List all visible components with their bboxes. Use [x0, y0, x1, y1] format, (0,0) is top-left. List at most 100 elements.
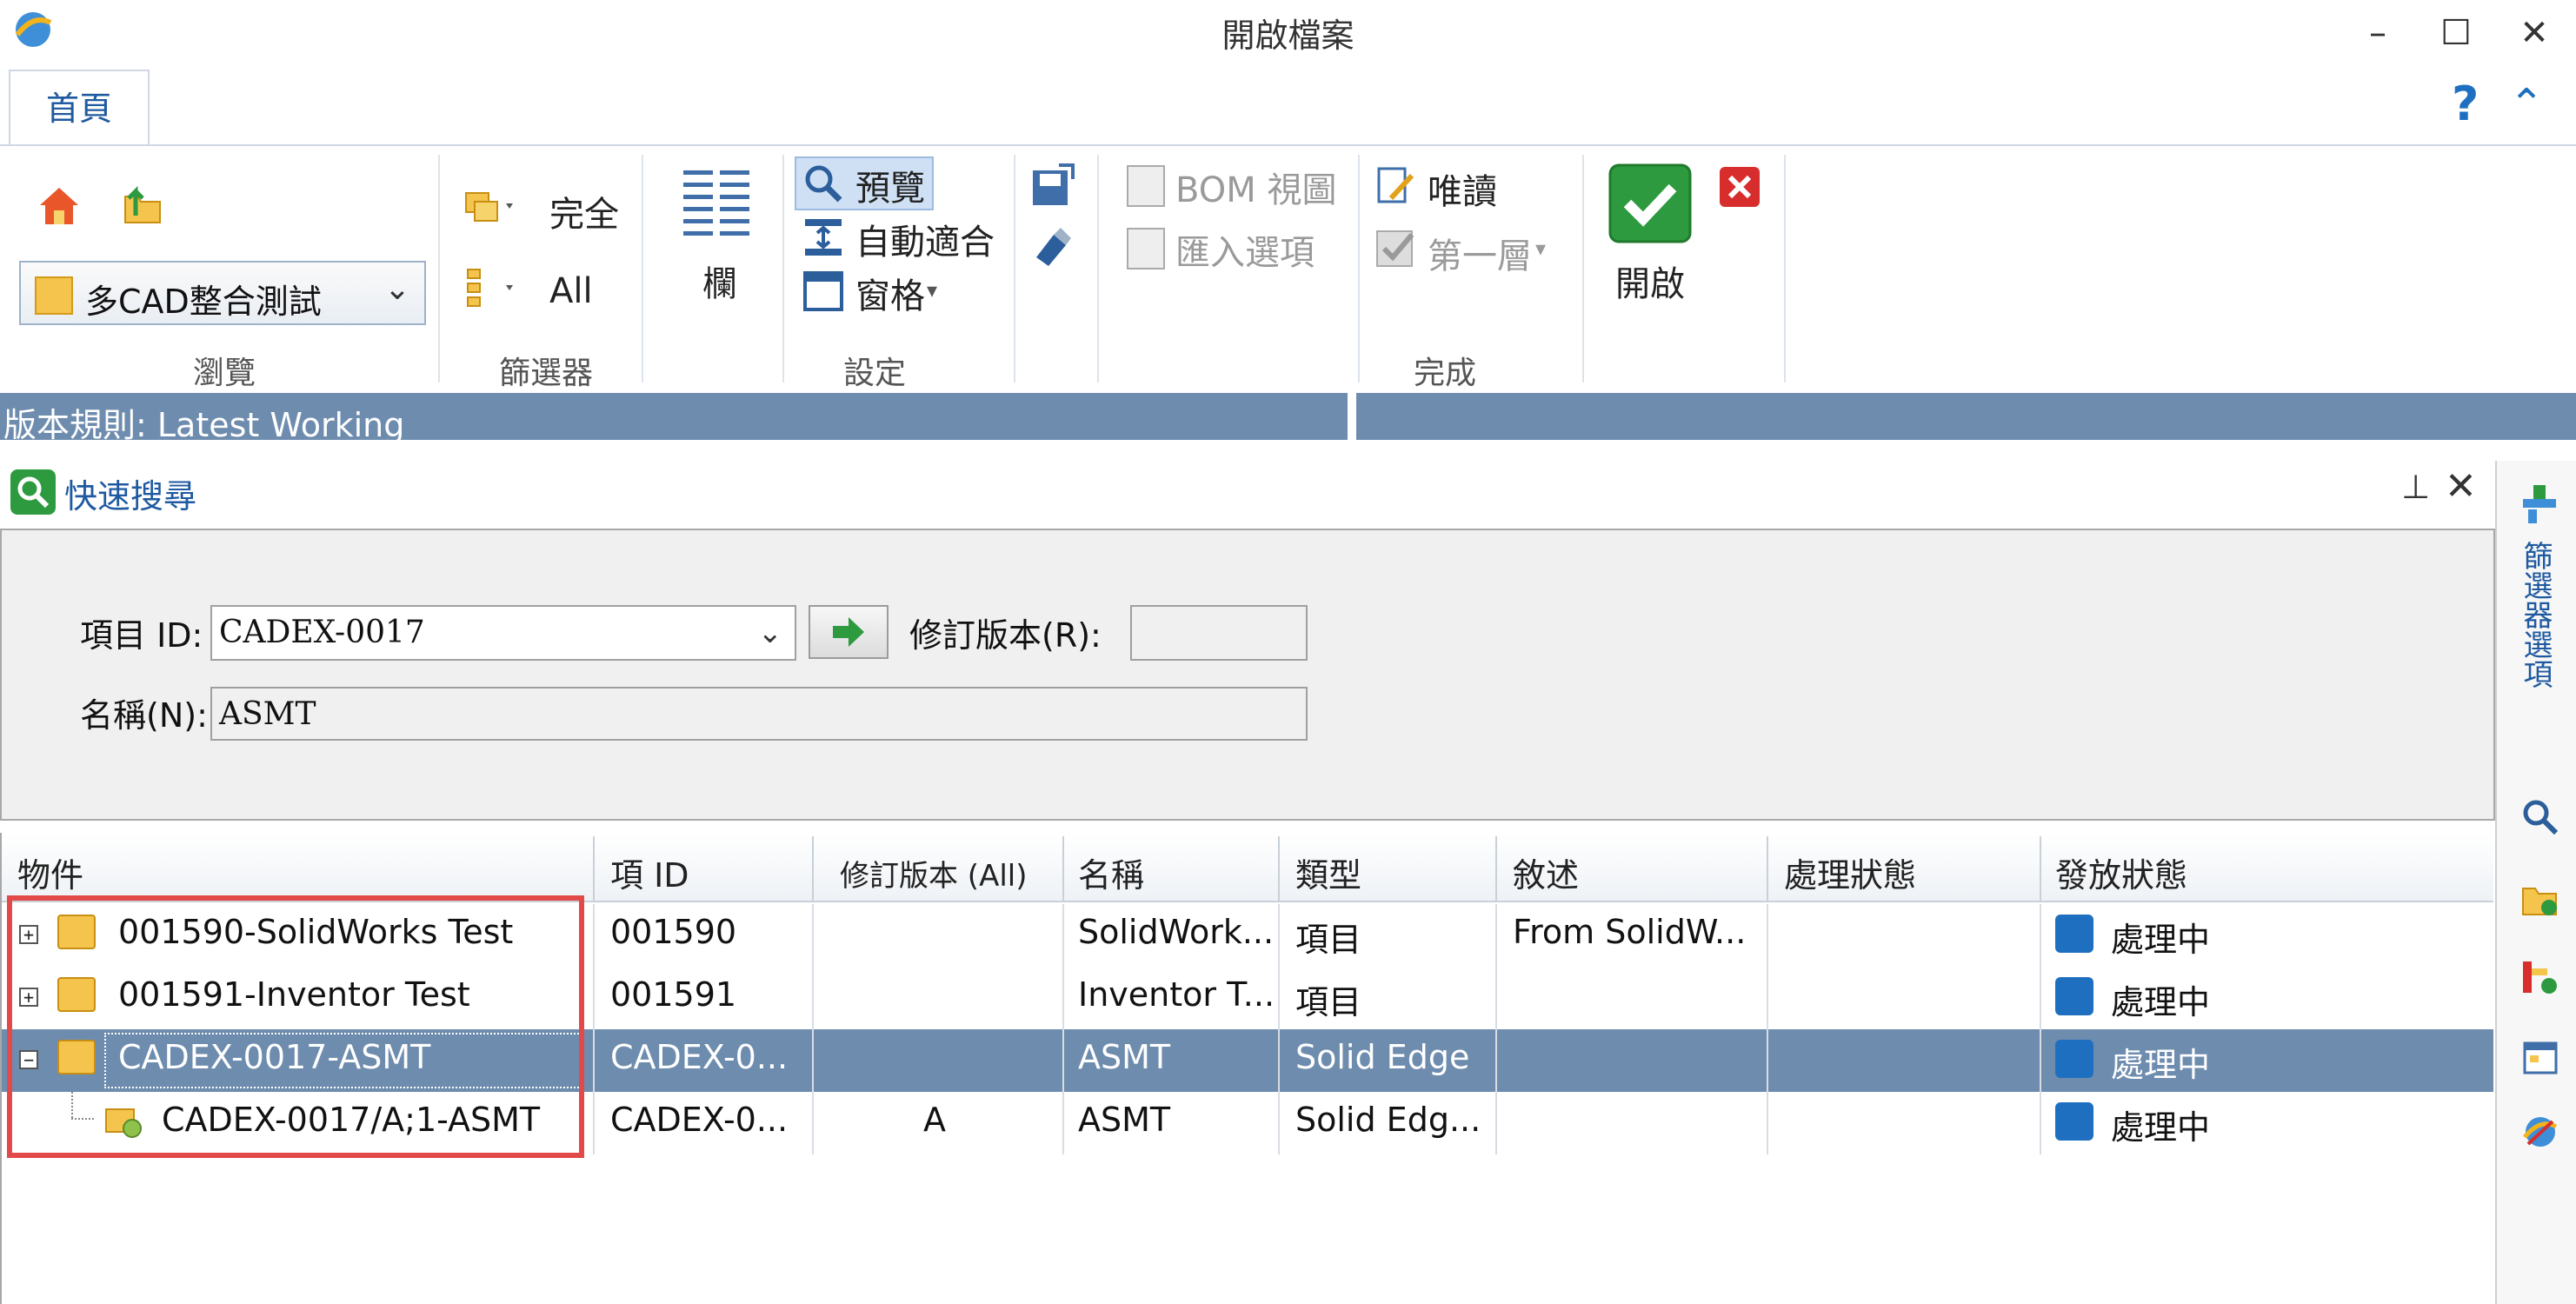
group-label-browse: 瀏覽 — [193, 356, 256, 391]
save-icon[interactable] — [1028, 162, 1076, 210]
version-rule-label[interactable]: 版本規則: Latest Working — [3, 398, 404, 446]
revision-field[interactable] — [1130, 605, 1308, 661]
tab-home[interactable]: 首頁 — [9, 70, 150, 146]
group-separator — [642, 155, 643, 383]
properties-icon[interactable] — [2519, 1036, 2561, 1078]
brush-icon[interactable] — [1028, 223, 1076, 271]
bom-view-label: BOM 視圖 — [1175, 170, 1337, 210]
column-separator[interactable] — [2040, 836, 2041, 902]
home-icon[interactable] — [35, 181, 83, 230]
import-icon — [1127, 228, 1165, 269]
quick-search-panel — [0, 529, 2495, 821]
quick-search-title: 快速搜尋 — [64, 477, 197, 516]
cell-item-id: CADEX-0... — [610, 1038, 789, 1076]
group-separator — [782, 155, 784, 383]
group-label-filter: 篩選器 — [499, 356, 594, 391]
pane-icon[interactable] — [802, 269, 845, 313]
cell-name: ASMT — [1078, 1038, 1171, 1076]
collapse-ribbon-icon[interactable]: ⌃ — [2509, 80, 2544, 129]
item-id-value: CADEX-0017 — [219, 615, 425, 650]
column-header-name[interactable]: 名稱 — [1078, 848, 1144, 896]
maximize-button[interactable]: ☐ — [2426, 7, 2486, 59]
search-go-button[interactable] — [809, 605, 889, 659]
filter-option-complete[interactable]: 完全 — [549, 186, 619, 236]
item-id-combo[interactable]: CADEX-0017 ⌄ — [210, 605, 796, 661]
status-icon — [2055, 1040, 2093, 1078]
minimize-button[interactable]: – — [2347, 7, 2408, 59]
cell-type: 項目 — [1295, 983, 1362, 1021]
group-separator — [1014, 155, 1015, 383]
cell-revision: A — [923, 1101, 946, 1139]
chevron-down-icon: ▾ — [1535, 236, 1547, 261]
open-button-label[interactable]: 開啟 — [1615, 256, 1685, 306]
settings-folder-icon[interactable] — [2519, 878, 2561, 920]
status-icon — [2055, 977, 2093, 1015]
column-separator — [1278, 904, 1280, 1154]
column-separator[interactable] — [1495, 836, 1497, 902]
chevron-down-icon: ⌄ — [383, 271, 410, 307]
window-title: 開啟檔案 — [1221, 17, 1355, 55]
column-header-process-status[interactable]: 處理狀態 — [1784, 848, 1916, 896]
app-logo-icon[interactable] — [2519, 1111, 2561, 1153]
column-header-revision[interactable]: 修訂版本 (All) — [840, 852, 1028, 895]
close-button[interactable]: ✕ — [2504, 7, 2565, 59]
column-separator[interactable] — [1062, 836, 1064, 902]
folder-icon — [35, 276, 73, 315]
column-separator[interactable] — [593, 836, 595, 902]
readonly-icon[interactable] — [1374, 163, 1419, 209]
version-bar-splitter[interactable] — [1348, 393, 1356, 440]
chevron-down-icon: ▾ — [927, 278, 938, 303]
folder-combo[interactable]: 多CAD整合測試 ⌄ — [19, 261, 426, 325]
highlight-box — [7, 895, 584, 1158]
tree-icon[interactable] — [463, 266, 518, 311]
cell-type: Solid Edge — [1295, 1038, 1470, 1076]
status-icon — [2055, 1102, 2093, 1141]
open-ok-icon[interactable] — [1607, 162, 1694, 245]
help-icon[interactable]: ? — [2452, 77, 2479, 131]
cell-release-status: 處理中 — [2111, 1046, 2211, 1084]
revision-label: 修訂版本(R): — [909, 616, 1102, 655]
pane-label[interactable]: 窗格 — [855, 268, 925, 318]
close-icon[interactable]: ✕ — [2445, 464, 2477, 509]
column-separator — [1062, 904, 1064, 1154]
column-header-item-id[interactable]: 項 ID — [610, 848, 689, 896]
cancel-icon[interactable] — [1718, 165, 1761, 209]
column-separator — [593, 904, 595, 1154]
column-header-type[interactable]: 類型 — [1295, 848, 1361, 896]
filter-options-icon[interactable] — [2518, 480, 2561, 529]
cell-type: 項目 — [1295, 921, 1362, 959]
first-level-label: 第一層 — [1428, 236, 1532, 276]
name-field[interactable]: ASMT — [210, 687, 1308, 741]
column-separator[interactable] — [1767, 836, 1768, 902]
search-icon[interactable] — [2519, 796, 2561, 838]
chevron-down-icon: ⌄ — [757, 615, 783, 650]
structure-gear-icon[interactable] — [2519, 956, 2561, 998]
filter-icon[interactable] — [463, 184, 518, 230]
column-header-description[interactable]: 敘述 — [1513, 848, 1579, 896]
columns-button-label[interactable]: 欄 — [702, 256, 737, 306]
filter-option-all[interactable]: All — [549, 271, 593, 311]
folder-combo-value: 多CAD整合測試 — [85, 283, 322, 321]
column-header-release-status[interactable]: 發放狀態 — [2055, 848, 2187, 896]
cell-release-status: 處理中 — [2111, 1108, 2211, 1147]
autofit-label[interactable]: 自動適合 — [855, 214, 995, 264]
columns-icon[interactable] — [680, 165, 755, 242]
preview-icon — [802, 162, 845, 205]
cell-item-id: CADEX-0... — [610, 1101, 789, 1139]
readonly-label[interactable]: 唯讀 — [1428, 163, 1497, 214]
pin-icon[interactable]: ⊥ — [2401, 468, 2430, 506]
column-header-object[interactable]: 物件 — [17, 848, 83, 896]
item-id-label: 項目 ID: — [80, 616, 203, 655]
filter-options-tab[interactable]: 篩選器選項 — [2518, 541, 2553, 689]
column-separator[interactable] — [812, 836, 814, 902]
autofit-icon[interactable] — [802, 216, 845, 259]
cell-name: SolidWork... — [1078, 913, 1275, 951]
cell-release-status: 處理中 — [2111, 921, 2211, 959]
cell-release-status: 處理中 — [2111, 983, 2211, 1021]
preview-label: 預覽 — [855, 169, 925, 209]
group-label-finish: 完成 — [1414, 356, 1477, 391]
folder-up-icon[interactable] — [118, 181, 167, 230]
column-separator[interactable] — [1278, 836, 1280, 902]
group-separator — [1784, 155, 1786, 383]
cell-item-id: 001590 — [610, 913, 737, 951]
